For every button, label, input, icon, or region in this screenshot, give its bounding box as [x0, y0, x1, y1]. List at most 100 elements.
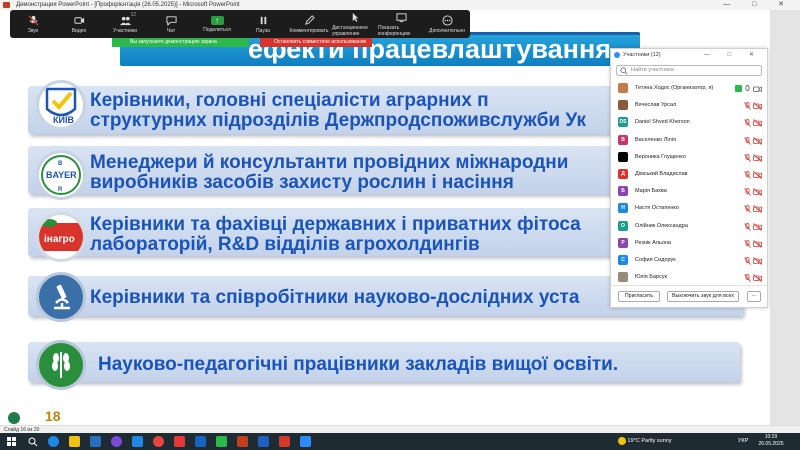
avatar: DS	[618, 117, 628, 128]
microphone-muted-icon[interactable]	[744, 188, 751, 196]
participant-row[interactable]: В Васеленко Лілія	[611, 132, 767, 149]
participant-row[interactable]: Вероника Глущенко	[611, 149, 767, 166]
participant-name: София Сидорук	[635, 256, 676, 263]
mail-icon[interactable]	[132, 436, 143, 447]
participants-footer: Пригласить Выключить звук для всех ···	[611, 285, 767, 307]
remote-control-button[interactable]: Дистанционное управление	[332, 10, 378, 38]
excel-icon[interactable]	[216, 436, 227, 447]
camera-off-icon[interactable]	[753, 188, 762, 196]
chat-button[interactable]: Чат	[148, 10, 194, 38]
share-button[interactable]: ↑ Поделиться	[194, 10, 240, 38]
edge-icon[interactable]	[48, 436, 59, 447]
show-meeting-button[interactable]: Показать конференцию	[378, 10, 424, 38]
taskbar-clock[interactable]: 10:29 26.05.2025	[755, 434, 787, 448]
participant-name: Олійник Олександра	[635, 222, 688, 229]
band-3-line-2: лабораторій, R&D відділів агрохолдингів	[90, 234, 480, 255]
participant-name: Настя Остапенко	[635, 205, 679, 212]
windows-start-icon[interactable]	[6, 436, 17, 447]
microphone-muted-icon[interactable]	[744, 205, 751, 214]
microphone-muted-icon[interactable]	[744, 153, 751, 162]
kyiv-logo: КИЇВ	[36, 80, 86, 130]
participant-search-input[interactable]: Найти участника	[616, 65, 762, 76]
microphone-muted-icon[interactable]	[744, 239, 751, 248]
avatar: В	[618, 134, 628, 145]
camera-off-icon[interactable]	[753, 119, 762, 128]
annotate-button[interactable]: Комментировать	[286, 10, 332, 38]
participants-button[interactable]: 12 Участники	[102, 10, 148, 38]
mute-all-button[interactable]: Выключить звук для всех	[667, 291, 739, 302]
zoom-taskbar-icon[interactable]	[300, 436, 311, 447]
participant-row[interactable]: Р Резнік Альона	[611, 235, 767, 252]
microphone-muted-icon[interactable]	[744, 222, 751, 231]
microphone-icon[interactable]	[744, 85, 751, 93]
slide-corner-button[interactable]	[8, 412, 20, 424]
panel-window-controls[interactable]: — □ ✕	[704, 49, 762, 61]
camera-off-icon[interactable]	[753, 239, 762, 248]
slide-page-number: 18	[45, 408, 61, 424]
participant-name: Резнік Альона	[635, 239, 671, 246]
camera-off-icon[interactable]	[753, 153, 762, 162]
meeting-toolbar: Звук Видео 12 Участники Чат ↑ Поделиться…	[10, 10, 470, 38]
camera-off-icon[interactable]	[753, 222, 762, 231]
file-explorer-icon[interactable]	[69, 436, 80, 447]
avatar	[618, 100, 628, 111]
participant-row[interactable]: Н Настя Остапенко	[611, 200, 767, 217]
microphone-muted-icon[interactable]	[744, 171, 751, 179]
inagro-logo: інагро	[36, 212, 86, 262]
svg-text:B: B	[58, 161, 63, 167]
avatar	[618, 151, 628, 162]
microphone-muted-icon[interactable]	[744, 274, 751, 282]
camera-off-icon[interactable]	[753, 205, 762, 214]
microphone-muted-icon[interactable]	[744, 256, 751, 265]
camera-off-icon[interactable]	[753, 257, 762, 265]
microphone-muted-icon[interactable]	[744, 136, 751, 145]
avatar: О	[618, 220, 628, 231]
invite-button[interactable]: Пригласить	[618, 291, 660, 302]
participant-name: Вероника Глущенко	[635, 153, 686, 160]
more-options-button[interactable]: ···	[747, 291, 761, 302]
youtube-icon[interactable]	[174, 436, 185, 447]
avatar: Н	[618, 203, 628, 214]
camera-off-icon[interactable]	[753, 136, 762, 145]
participant-row[interactable]: DS Daniel Shved Kherson	[611, 114, 767, 131]
avatar: С	[618, 254, 628, 265]
microphone-muted-icon[interactable]	[744, 102, 751, 110]
search-taskbar-icon[interactable]	[27, 436, 38, 447]
camera-off-icon[interactable]	[753, 171, 762, 179]
weather-widget[interactable]: 19°C Partly sunny	[618, 433, 672, 450]
camera-off-icon[interactable]	[753, 102, 762, 111]
participant-row[interactable]: Д Дімський Владислав	[611, 166, 767, 183]
powerpoint-icon	[3, 2, 10, 8]
video-button[interactable]: Видео	[56, 10, 102, 38]
participant-name: Марія Бахва	[635, 188, 667, 195]
microphone-muted-icon[interactable]	[744, 119, 751, 128]
band-1-line-2: структурних підрозділів Держпродспоживсл…	[90, 110, 586, 131]
camera-off-icon[interactable]	[753, 274, 762, 282]
cursor-icon	[352, 12, 358, 22]
microscope-icon	[36, 272, 86, 322]
word-icon[interactable]	[258, 436, 269, 447]
language-indicator[interactable]: УКР	[738, 433, 748, 450]
more-button[interactable]: Дополнительно	[424, 10, 470, 38]
chrome-icon[interactable]	[153, 436, 164, 447]
participant-row[interactable]: Юлія Барсук	[611, 269, 767, 286]
participant-name: Daniel Shved Kherson	[635, 119, 690, 126]
participant-row[interactable]: О Олійник Олександра	[611, 218, 767, 235]
audio-button[interactable]: Звук	[10, 10, 56, 38]
viber-icon[interactable]	[111, 436, 122, 447]
presentation-scroll-area[interactable]	[770, 10, 800, 425]
facebook-icon[interactable]	[195, 436, 206, 447]
participant-row[interactable]: Вячеслав Урсал	[611, 97, 767, 114]
camera-icon[interactable]	[753, 85, 762, 93]
store-icon[interactable]	[90, 436, 101, 447]
pause-button[interactable]: Пауза	[240, 10, 286, 38]
band-4-line-1: Керівники та співробітники науково-дослі…	[90, 287, 580, 308]
pencil-icon	[304, 14, 315, 25]
powerpoint-taskbar-icon[interactable]	[237, 436, 248, 447]
participant-row[interactable]: С София Сидорук	[611, 252, 767, 269]
window-controls[interactable]: — □ ✕	[723, 0, 794, 10]
stop-sharing-button[interactable]: Остановить совместное использование	[260, 38, 372, 47]
pdf-icon[interactable]	[279, 436, 290, 447]
participant-row[interactable]: Б Марія Бахва	[611, 183, 767, 200]
participant-row[interactable]: Тетяна Ходос (Организатор, я)	[611, 80, 767, 97]
